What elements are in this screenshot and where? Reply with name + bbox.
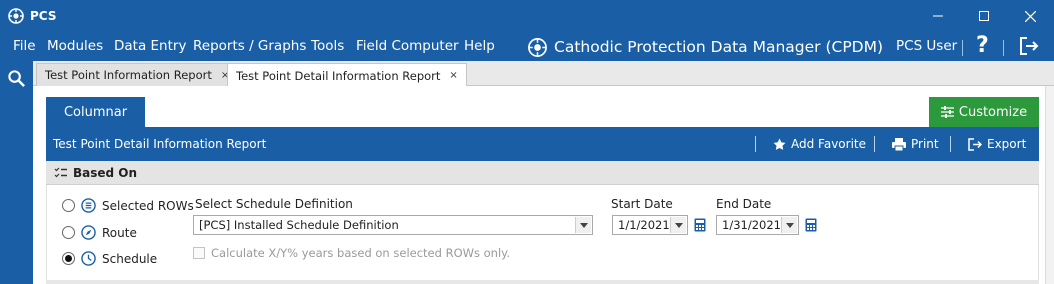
menu-reports-graphs[interactable]: Reports / Graphs — [193, 38, 306, 54]
document-tabstrip: Test Point Information Report × Test Poi… — [33, 61, 1054, 87]
add-favorite-label: Add Favorite — [791, 137, 866, 151]
star-icon — [773, 138, 786, 150]
report-title: Test Point Detail Information Report — [53, 137, 267, 151]
radio-selected-rows[interactable] — [62, 199, 75, 212]
calculate-years-checkbox[interactable] — [193, 247, 205, 259]
printer-icon — [892, 137, 906, 151]
customize-label: Customize — [958, 104, 1028, 120]
radio-route[interactable] — [62, 226, 75, 239]
print-button[interactable]: Print — [892, 137, 939, 151]
divider — [950, 136, 951, 152]
brand-logo-icon — [528, 37, 547, 57]
customize-button[interactable]: Customize — [929, 97, 1039, 127]
menu-bar: File Modules Data Entry Reports / Graphs… — [0, 32, 1054, 61]
clock-icon — [81, 251, 96, 266]
sliders-icon — [940, 106, 954, 118]
tab-label: Test Point Information Report — [45, 68, 212, 82]
start-date-picker[interactable]: 1/1/2021 — [612, 215, 688, 235]
menu-tools[interactable]: Tools — [311, 38, 344, 54]
start-date-value: 1/1/2021 — [618, 218, 670, 232]
menu-data-entry[interactable]: Data Entry — [114, 38, 186, 54]
export-button[interactable]: Export — [968, 137, 1026, 151]
report-content: Columnar Customize Test Point Detail Inf… — [33, 86, 1054, 284]
view-tab-columnar[interactable]: Columnar — [46, 97, 145, 127]
minimize-button[interactable] — [915, 0, 961, 32]
menu-help[interactable]: Help — [464, 38, 495, 54]
start-date-label: Start Date — [611, 197, 673, 211]
close-tab-icon[interactable]: × — [449, 70, 457, 81]
option-label: Schedule — [102, 251, 158, 266]
end-date-picker[interactable]: 1/31/2021 — [716, 215, 799, 235]
close-window-button[interactable] — [1007, 0, 1053, 32]
maximize-icon — [979, 11, 989, 21]
menu-modules[interactable]: Modules — [47, 38, 103, 54]
window-title: PCS — [30, 9, 57, 23]
user-name[interactable]: PCS User — [896, 38, 957, 54]
option-selected-rows[interactable]: Selected ROWs — [62, 198, 194, 213]
tab-test-point-information-report[interactable]: Test Point Information Report × — [36, 63, 239, 86]
close-icon — [1024, 10, 1036, 22]
print-label: Print — [911, 137, 939, 151]
sidebar — [0, 61, 33, 284]
brand-title: Cathodic Protection Data Manager (CPDM) — [554, 38, 884, 56]
divider — [1003, 40, 1004, 56]
minimize-icon — [933, 15, 943, 17]
chevron-down-icon[interactable] — [670, 217, 686, 233]
maximize-button[interactable] — [961, 0, 1007, 32]
help-icon[interactable]: ? — [976, 33, 989, 58]
list-icon — [81, 198, 96, 213]
logout-icon[interactable] — [1018, 36, 1040, 56]
add-favorite-button[interactable]: Add Favorite — [773, 137, 866, 151]
radio-schedule[interactable] — [62, 252, 75, 265]
end-date-label: End Date — [716, 197, 772, 211]
divider — [755, 136, 756, 152]
option-schedule[interactable]: Schedule — [62, 251, 157, 266]
option-label: Selected ROWs — [102, 198, 194, 213]
divider — [962, 40, 963, 56]
checklist-icon — [54, 167, 67, 178]
divider — [874, 136, 875, 152]
search-icon[interactable] — [7, 69, 26, 88]
calculate-years-option[interactable]: Calculate X/Y% years based on selected R… — [193, 246, 510, 260]
next-section-edge — [46, 280, 1039, 284]
schedule-definition-select[interactable]: [PCS] Installed Schedule Definition — [193, 215, 593, 235]
chevron-down-icon[interactable] — [575, 217, 591, 233]
based-on-title: Based On — [73, 165, 138, 180]
app-logo-icon — [8, 8, 24, 24]
schedule-definition-label: Select Schedule Definition — [195, 197, 353, 211]
tab-label: Test Point Detail Information Report — [236, 68, 441, 83]
scrollbar[interactable] — [1045, 86, 1054, 284]
menu-field-computer[interactable]: Field Computer — [356, 38, 459, 54]
brand: Cathodic Protection Data Manager (CPDM) — [527, 35, 883, 59]
option-route[interactable]: Route — [62, 225, 137, 240]
tab-test-point-detail-information-report[interactable]: Test Point Detail Information Report × — [227, 63, 467, 87]
calculator-icon[interactable] — [805, 218, 817, 232]
menu-file[interactable]: File — [13, 38, 36, 54]
export-icon — [968, 137, 982, 151]
report-header-bar: Test Point Detail Information Report Add… — [46, 127, 1039, 161]
title-bar: PCS — [0, 0, 1054, 32]
based-on-header[interactable]: Based On — [46, 161, 1039, 185]
compass-icon — [81, 225, 96, 240]
export-label: Export — [987, 137, 1027, 151]
based-on-panel: Selected ROWs Route Schedule Select Sche… — [46, 185, 1039, 284]
option-label: Route — [102, 225, 137, 240]
end-date-value: 1/31/2021 — [722, 218, 781, 232]
calculator-icon[interactable] — [694, 218, 706, 232]
calculate-years-label: Calculate X/Y% years based on selected R… — [211, 246, 510, 260]
schedule-definition-value: [PCS] Installed Schedule Definition — [199, 218, 399, 232]
chevron-down-icon[interactable] — [781, 217, 797, 233]
